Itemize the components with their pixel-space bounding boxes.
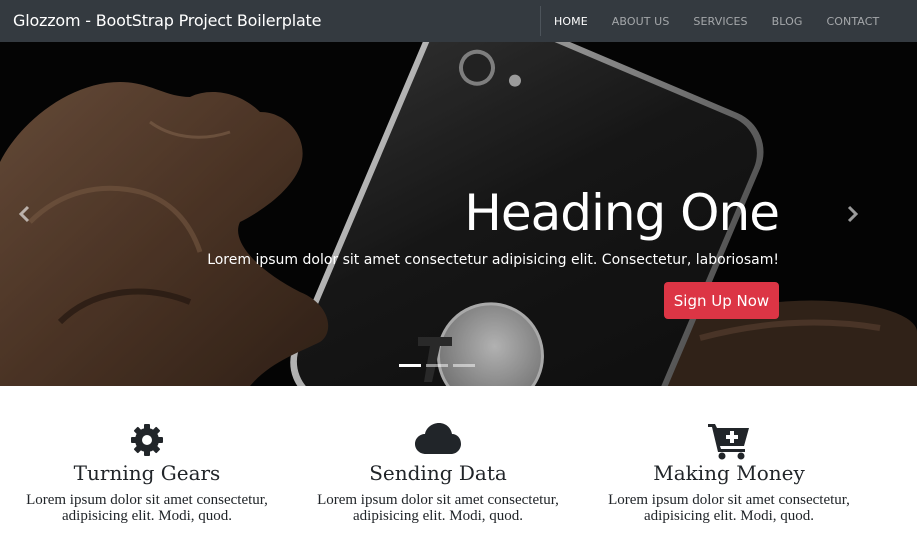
carousel-text: Lorem ipsum dolor sit amet consectetur a… [207, 252, 779, 268]
hero-carousel: Heading One Lorem ipsum dolor sit amet c… [0, 42, 917, 386]
nav-item-about-us[interactable]: ABOUT US [612, 15, 670, 28]
carousel-next-control[interactable] [843, 204, 861, 224]
carousel-indicator-1[interactable] [399, 364, 421, 367]
nav-item-home[interactable]: HOME [554, 15, 588, 28]
gear-icon [131, 424, 163, 456]
feature-text: Lorem ipsum dolor sit amet consectetur, … [608, 492, 850, 524]
brand-link[interactable]: Glozzom - BootStrap Project Boilerplate [13, 11, 321, 30]
feature-text: Lorem ipsum dolor sit amet consectetur, … [317, 492, 559, 524]
nav-item-contact[interactable]: CONTACT [826, 15, 879, 28]
cloud-icon [415, 423, 461, 454]
chevron-right-icon [847, 205, 859, 223]
carousel-caption: Heading One Lorem ipsum dolor sit amet c… [207, 184, 780, 270]
feature-title: Making Money [653, 461, 805, 485]
chevron-left-icon [18, 205, 30, 223]
sign-up-button[interactable]: Sign Up Now [664, 282, 779, 319]
nav-item-blog[interactable]: BLOG [772, 15, 803, 28]
carousel-indicator-3[interactable] [453, 364, 475, 367]
features-section: Turning Gears Lorem ipsum dolor sit amet… [0, 386, 917, 554]
carousel-heading: Heading One [464, 184, 780, 242]
carousel-prev-control[interactable] [16, 204, 34, 224]
feature-text: Lorem ipsum dolor sit amet consectetur, … [26, 492, 268, 524]
nav-divider [540, 6, 541, 36]
nav-menu: HOME ABOUT US SERVICES BLOG CONTACT [554, 0, 903, 42]
carousel-indicator-2[interactable] [426, 364, 448, 367]
carousel-indicators [399, 364, 480, 367]
feature-title: Sending Data [369, 461, 507, 485]
navbar: Glozzom - BootStrap Project Boilerplate … [0, 0, 917, 42]
nav-item-services[interactable]: SERVICES [693, 15, 747, 28]
feature-title: Turning Gears [73, 461, 221, 485]
cart-plus-icon [708, 424, 749, 460]
